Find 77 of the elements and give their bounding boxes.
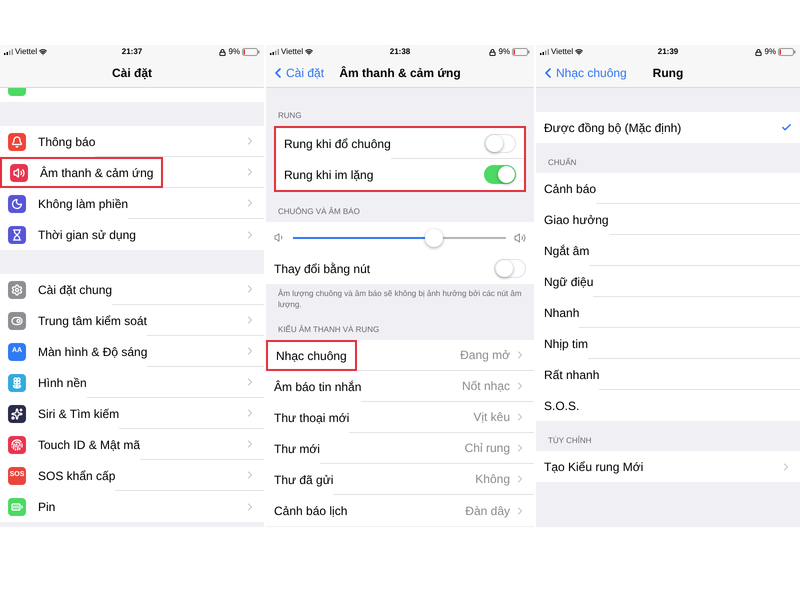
status-time: 21:39	[658, 46, 678, 58]
lock-icon	[489, 48, 496, 56]
row-value: Đang mở	[460, 347, 510, 364]
back-button[interactable]: Nhạc chuông	[540, 64, 627, 82]
row-label: Tạo Kiểu rung Mới	[544, 458, 644, 476]
row-label: Touch ID & Mật mã	[38, 436, 140, 454]
row-label: Trung tâm kiểm soát	[38, 312, 147, 330]
row-value: Không	[475, 471, 510, 488]
row-label: Cảnh báo lịch	[274, 502, 348, 520]
row-label: Không làm phiền	[38, 196, 128, 212]
lock-icon	[219, 48, 226, 56]
row-label: Rung khi im lặng	[284, 166, 374, 184]
signal-icon	[270, 49, 279, 55]
row-label: Âm báo tin nhắn	[274, 378, 362, 396]
row-label: Thay đổi bằng nút	[274, 260, 370, 278]
row-label: Cài đặt chung	[38, 282, 112, 298]
nav-title: Cài đặt	[112, 65, 152, 82]
row-label: Rất nhanh	[544, 366, 600, 384]
row-label: Hình nền	[38, 374, 87, 392]
wifi-icon	[575, 48, 584, 56]
row-label: Thời gian sử dụng	[38, 226, 136, 244]
row-label: Thư đã gửi	[274, 472, 334, 488]
row-label: Âm thanh & cảm ứng	[40, 164, 154, 182]
signal-icon	[540, 49, 549, 55]
battery-icon	[242, 48, 260, 56]
row-label: Được đồng bộ (Mặc định)	[544, 120, 682, 136]
toggle-switch[interactable]	[484, 134, 516, 152]
toggle-switch[interactable]	[484, 165, 516, 184]
battery-percent: 9%	[764, 46, 776, 58]
battery-percent: 9%	[498, 46, 510, 58]
nav-title: Rung	[652, 65, 684, 82]
status-time: 21:37	[122, 46, 142, 58]
list-row[interactable]: Nhạc chuông Đang mở	[266, 340, 534, 371]
carrier-name: Viettel	[15, 46, 38, 58]
row-label: Nhịp tim	[544, 336, 588, 352]
battery-icon	[778, 48, 796, 56]
carrier-name: Viettel	[281, 46, 304, 58]
wifi-icon	[39, 48, 48, 56]
battery-icon	[512, 48, 530, 56]
row-label: Giao hưởng	[544, 212, 609, 228]
row-label: SOS khẩn cấp	[38, 468, 116, 484]
row-label: Thư mới	[274, 440, 320, 458]
row-value: Đàn dây	[465, 502, 510, 520]
section-footer: Âm lượng chuông và âm báo sẽ không bị ảnh hưởng bởi các nút âm lượng.	[266, 284, 534, 310]
row-label: Rung khi đổ chuông	[284, 136, 391, 152]
status-time: 21:38	[390, 46, 410, 58]
section-header: TÙY CHỈNH	[548, 435, 592, 447]
battery-percent: 9%	[228, 46, 240, 58]
row-label: Ngắt âm	[544, 242, 590, 260]
row-label: Nhạc chuông	[276, 348, 347, 364]
volume-high-icon	[514, 232, 526, 244]
section-header: KIỂU ÂM THANH VÀ RUNG	[278, 324, 380, 336]
row-label: Màn hình & Độ sáng	[38, 344, 148, 360]
back-button[interactable]: Cài đặt	[270, 64, 324, 82]
volume-low-icon	[274, 232, 285, 243]
signal-icon	[4, 49, 13, 55]
wifi-icon	[305, 48, 314, 56]
row-label: Ngữ điệu	[544, 274, 594, 290]
row-label: Nhanh	[544, 304, 580, 322]
row-label: S.O.S.	[544, 398, 580, 414]
row-label: Cảnh báo	[544, 180, 596, 198]
row-label: Thông báo	[38, 134, 96, 150]
carrier-name: Viettel	[551, 46, 574, 58]
section-header: CHUÔNG VÀ ÂM BÁO	[278, 206, 360, 218]
row-value: Nốt nhạc	[462, 378, 510, 395]
row-value: Chỉ rung	[464, 440, 510, 457]
row-label: Siri & Tìm kiếm	[38, 406, 120, 422]
row-value: Vịt kêu	[473, 409, 510, 426]
list-row[interactable]: Âm thanh & cảm ứng	[0, 157, 264, 188]
nav-title: Âm thanh & cảm ứng	[339, 65, 461, 82]
row-label: Thư thoại mới	[274, 410, 350, 426]
slider-thumb[interactable]	[424, 228, 443, 246]
section-header: CHUẨN	[548, 157, 576, 169]
section-header: RUNG	[278, 110, 302, 122]
lock-icon	[755, 48, 762, 56]
row-label: Pin	[38, 498, 56, 516]
toggle-switch[interactable]	[494, 259, 526, 278]
